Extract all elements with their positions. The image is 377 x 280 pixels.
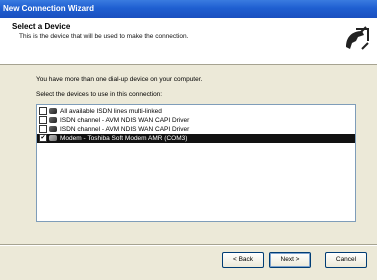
button-separator: [0, 244, 377, 246]
isdn-channel-icon: [49, 117, 57, 124]
page-title: Select a Device: [12, 22, 71, 31]
intro-text: You have more than one dial-up device on…: [36, 76, 203, 83]
device-label: All available ISDN lines multi-linked: [60, 108, 162, 115]
device-row[interactable]: ISDN channel - AVM NDIS WAN CAPI Driver: [37, 116, 355, 125]
title-bar: New Connection Wizard: [0, 0, 377, 18]
wizard-header: Select a Device This is the device that …: [0, 18, 377, 65]
window-title: New Connection Wizard: [3, 4, 95, 13]
phone-connection-icon: [339, 24, 371, 56]
device-row[interactable]: ✔ Modem - Toshiba Soft Modem AMR (COM3): [37, 134, 355, 143]
device-checkbox[interactable]: [39, 125, 47, 134]
page-subtitle: This is the device that will be used to …: [19, 33, 189, 40]
device-row[interactable]: All available ISDN lines multi-linked: [37, 107, 355, 116]
device-checkbox[interactable]: [39, 107, 47, 116]
device-label: ISDN channel - AVM NDIS WAN CAPI Driver: [60, 117, 190, 124]
back-button[interactable]: < Back: [222, 252, 264, 268]
modem-icon: [49, 135, 57, 142]
device-checkbox[interactable]: [39, 116, 47, 125]
cancel-button[interactable]: Cancel: [325, 252, 367, 268]
select-devices-label: Select the devices to use in this connec…: [36, 91, 163, 98]
device-label: ISDN channel - AVM NDIS WAN CAPI Driver: [60, 126, 190, 133]
device-list[interactable]: All available ISDN lines multi-linked IS…: [36, 104, 356, 222]
isdn-icon: [49, 108, 57, 115]
device-row[interactable]: ISDN channel - AVM NDIS WAN CAPI Driver: [37, 125, 355, 134]
next-button[interactable]: Next >: [269, 252, 311, 268]
isdn-channel-icon: [49, 126, 57, 133]
device-checkbox[interactable]: ✔: [39, 134, 47, 143]
device-label: Modem - Toshiba Soft Modem AMR (COM3): [60, 135, 188, 142]
